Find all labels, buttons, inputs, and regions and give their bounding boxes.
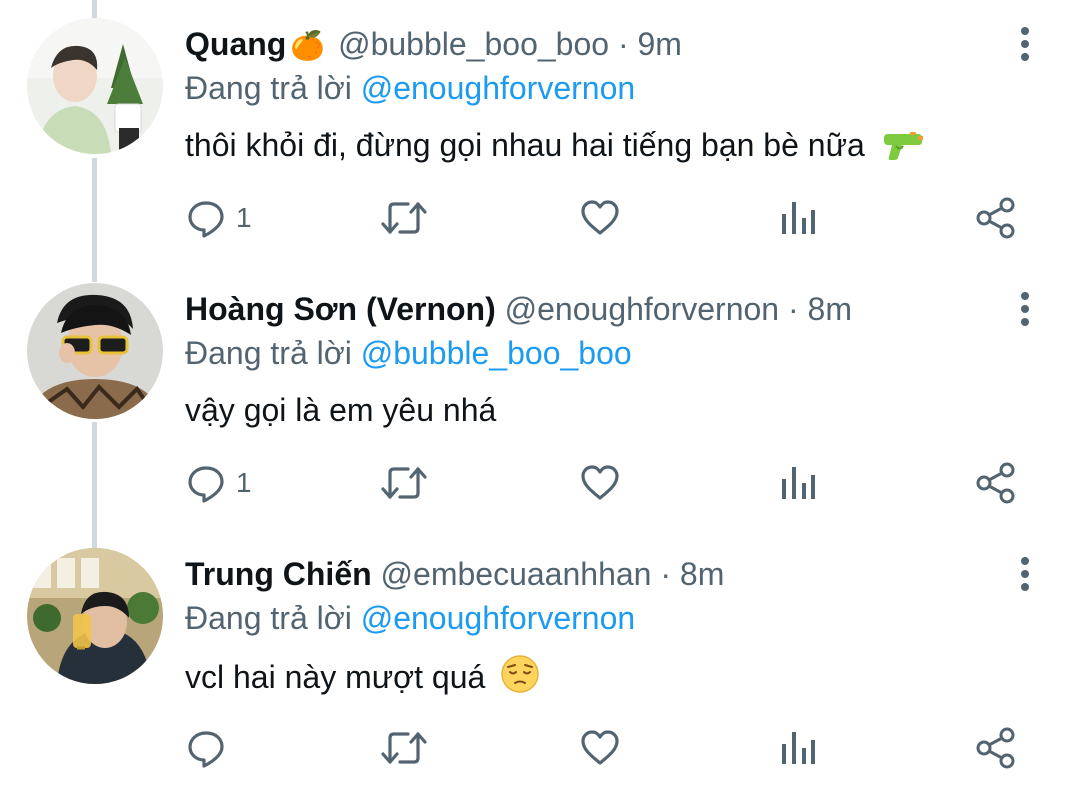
display-name[interactable]: Trung Chiến bbox=[185, 556, 372, 592]
reply-button[interactable] bbox=[186, 726, 236, 770]
share-icon bbox=[976, 462, 1015, 504]
mention-link[interactable]: @bubble_boo_boo bbox=[361, 335, 632, 371]
share-icon bbox=[976, 727, 1015, 769]
tweet-header: Trung Chiến @embecuaanhhan · 8m bbox=[185, 554, 724, 594]
view-stats-button[interactable] bbox=[778, 461, 818, 505]
share-icon bbox=[976, 197, 1015, 239]
tweet-actions bbox=[0, 726, 1080, 770]
like-button[interactable] bbox=[580, 726, 620, 770]
more-options-button[interactable] bbox=[1010, 24, 1040, 64]
heart-icon bbox=[581, 200, 619, 235]
tweet-text: vậy gọi là em yêu nhá bbox=[185, 389, 496, 431]
display-name[interactable]: Quang bbox=[185, 26, 286, 62]
mention-link[interactable]: @enoughforvernon bbox=[361, 600, 635, 636]
share-button[interactable] bbox=[974, 726, 1018, 770]
pensive-face-icon bbox=[500, 654, 540, 704]
avatar[interactable] bbox=[27, 18, 163, 154]
more-options-button[interactable] bbox=[1010, 289, 1040, 329]
reply-count: 1 bbox=[236, 467, 252, 498]
more-vertical-icon bbox=[1021, 27, 1029, 61]
view-stats-button[interactable] bbox=[778, 726, 818, 770]
user-handle[interactable]: @embecuaanhhan bbox=[381, 556, 652, 592]
separator-dot: · bbox=[617, 26, 629, 62]
water-pistol-icon bbox=[880, 130, 924, 172]
view-stats-button[interactable] bbox=[778, 196, 818, 240]
display-name[interactable]: Hoàng Sơn (Vernon) bbox=[185, 291, 496, 327]
reply-bubble-icon bbox=[188, 466, 224, 503]
retweet-icon bbox=[381, 202, 427, 234]
avatar[interactable] bbox=[27, 548, 163, 684]
reply-bubble-icon bbox=[188, 201, 224, 238]
retweet-button[interactable] bbox=[380, 726, 428, 770]
tweet-item[interactable]: Trung Chiến @embecuaanhhan · 8m Đang trả… bbox=[0, 530, 1080, 794]
bar-chart-icon bbox=[782, 467, 815, 499]
heart-icon bbox=[581, 730, 619, 765]
more-vertical-icon bbox=[1021, 557, 1029, 591]
user-handle[interactable]: @bubble_boo_boo bbox=[338, 26, 609, 62]
timestamp[interactable]: 9m bbox=[637, 26, 681, 62]
like-button[interactable] bbox=[580, 461, 620, 505]
replying-to-label: Đang trả lời bbox=[185, 335, 352, 371]
tweet-text-content: thôi khỏi đi, đừng gọi nhau hai tiếng bạ… bbox=[185, 127, 865, 163]
user-handle[interactable]: @enoughforvernon bbox=[505, 291, 779, 327]
reply-button[interactable]: 1 bbox=[186, 196, 252, 240]
mention-link[interactable]: @enoughforvernon bbox=[361, 70, 635, 106]
replying-to-label: Đang trả lời bbox=[185, 70, 352, 106]
tweet-header: Quang 🍊 @bubble_boo_boo · 9m bbox=[185, 24, 682, 64]
replying-to-line: Đang trả lời @enoughforvernon bbox=[185, 598, 635, 638]
reply-count: 1 bbox=[236, 202, 252, 233]
more-vertical-icon bbox=[1021, 292, 1029, 326]
tweet-text: vcl hai này mượt quá bbox=[185, 654, 540, 704]
replying-to-line: Đang trả lời @bubble_boo_boo bbox=[185, 333, 632, 373]
reply-button[interactable]: 1 bbox=[186, 461, 252, 505]
retweet-button[interactable] bbox=[380, 196, 428, 240]
tweet-text-content: vậy gọi là em yêu nhá bbox=[185, 392, 497, 428]
avatar[interactable] bbox=[27, 283, 163, 419]
retweet-button[interactable] bbox=[380, 461, 428, 505]
tweet-actions: 1 bbox=[0, 461, 1080, 505]
share-button[interactable] bbox=[974, 196, 1018, 240]
share-button[interactable] bbox=[974, 461, 1018, 505]
replying-to-line: Đang trả lời @enoughforvernon bbox=[185, 68, 635, 108]
tweet-item[interactable]: Quang 🍊 @bubble_boo_boo · 9m Đang trả lời… bbox=[0, 0, 1080, 264]
separator-dot: · bbox=[787, 291, 799, 327]
retweet-icon bbox=[381, 732, 427, 764]
tweet-item[interactable]: Hoàng Sơn (Vernon) @enoughforvernon · 8m… bbox=[0, 265, 1080, 529]
tweet-text-content: vcl hai này mượt quá bbox=[185, 659, 486, 695]
tweet-header: Hoàng Sơn (Vernon) @enoughforvernon · 8m bbox=[185, 289, 852, 329]
bar-chart-icon bbox=[782, 202, 815, 234]
separator-dot: · bbox=[660, 556, 671, 592]
like-button[interactable] bbox=[580, 196, 620, 240]
replying-to-label: Đang trả lời bbox=[185, 600, 352, 636]
tweet-actions: 1 bbox=[0, 196, 1080, 240]
tweet-text: thôi khỏi đi, đừng gọi nhau hai tiếng bạ… bbox=[185, 124, 924, 172]
timestamp[interactable]: 8m bbox=[808, 291, 852, 327]
heart-icon bbox=[581, 465, 619, 500]
more-options-button[interactable] bbox=[1010, 554, 1040, 594]
reply-bubble-icon bbox=[188, 731, 224, 768]
retweet-icon bbox=[381, 467, 427, 499]
orange-emoji-icon: 🍊 bbox=[290, 30, 326, 61]
timestamp[interactable]: 8m bbox=[680, 556, 724, 592]
bar-chart-icon bbox=[782, 732, 815, 764]
